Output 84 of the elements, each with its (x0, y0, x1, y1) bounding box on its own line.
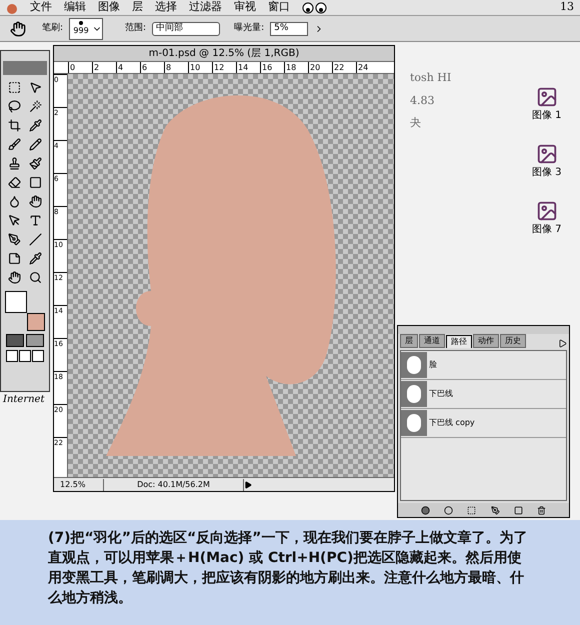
stamp-icon[interactable] (8, 156, 21, 170)
panel-tab[interactable]: 路径 (446, 335, 472, 348)
path-row[interactable]: 下巴线 (401, 380, 566, 409)
menu-item[interactable]: 图像 (98, 0, 120, 16)
screen-mode-button[interactable] (19, 350, 31, 362)
ruler-number: 6 (140, 62, 164, 73)
eyes-icon (302, 2, 328, 14)
screen-mode-button[interactable] (32, 350, 44, 362)
menu-item[interactable]: 窗口 (268, 0, 290, 16)
crop-icon[interactable] (8, 118, 21, 132)
path-thumbnail (401, 381, 427, 407)
image-file-icon[interactable] (536, 86, 558, 108)
path-row[interactable]: 下巴线 copy (401, 409, 566, 438)
pipette-icon[interactable] (29, 118, 42, 132)
toolbox-header (3, 61, 47, 75)
path-thumbnail (401, 410, 427, 436)
ruler-number: 18 (284, 62, 308, 73)
image-file-icon[interactable] (536, 200, 558, 222)
panel-tab[interactable]: 动作 (473, 334, 499, 348)
background-color[interactable] (27, 313, 45, 331)
zoom-level[interactable]: 12.5% (54, 478, 104, 490)
range-select[interactable]: 中间部 (152, 22, 220, 36)
window-title: m-01.psd @ 12.5% (层 1,RGB) (54, 46, 394, 62)
menu-item[interactable]: 过滤器 (189, 0, 222, 16)
ruler-number: 22 (332, 62, 356, 73)
menu-item[interactable]: 选择 (155, 0, 177, 16)
screen-mode-button[interactable] (6, 350, 18, 362)
brush-size: 999 (73, 24, 89, 36)
ruler-number: 4 (116, 62, 140, 73)
image-file-icon[interactable] (536, 143, 558, 165)
exposure-field[interactable]: 5% (270, 22, 308, 36)
menu-item[interactable]: 层 (132, 0, 143, 16)
ruler-number: 16 (260, 62, 284, 73)
icon-label[interactable]: 图像 3 (532, 165, 562, 180)
panel-tab[interactable]: 通道 (419, 334, 445, 348)
menu-item[interactable]: 编辑 (64, 0, 86, 16)
menu-item[interactable]: 审视 (234, 0, 256, 16)
panel-tab[interactable]: 历史 (500, 334, 526, 348)
brush-picker[interactable]: 999 (69, 18, 104, 40)
droplet-icon[interactable] (8, 194, 21, 208)
zoom-icon[interactable] (29, 270, 42, 284)
icon-label[interactable]: 图像 1 (532, 108, 562, 123)
background-text: 夬 (410, 115, 422, 131)
paintbrush-icon[interactable] (29, 156, 42, 170)
exposure-label: 曝光量: (234, 22, 264, 35)
path-thumbnail (401, 352, 427, 378)
type-icon[interactable] (29, 214, 42, 226)
ruler-number: 20 (308, 62, 332, 73)
icon-label[interactable]: 图像 7 (532, 222, 562, 237)
magic-wand-icon[interactable] (29, 100, 42, 112)
ruler-number: 0 (68, 62, 92, 73)
eraser-icon[interactable] (8, 176, 21, 188)
ruler-number: 2 (92, 62, 116, 73)
panel-menu-icon[interactable] (558, 339, 567, 348)
quick-mask-button[interactable] (26, 334, 44, 347)
hand-icon[interactable] (8, 270, 21, 284)
ruler-number: 12 (212, 62, 236, 73)
caption-paragraph: (7)把“羽化”后的选区“反向选择”一下，现在我们要在脖子上做文章了。为了直观点，可以用苹果＋H(Mac) 或 Ctrl+H(PC)把选区隐藏起来。然后用使用变黑工具，笔刷调大，把应该有阴影的地方刷出来。注意什么地方最暗、什么地方稍浅。 (48, 528, 528, 608)
ruler-number: 24 (356, 62, 380, 73)
clock-text: 13 (560, 0, 574, 16)
foreground-color[interactable] (5, 291, 27, 313)
line-icon[interactable] (29, 232, 42, 246)
marquee-icon[interactable] (8, 80, 21, 94)
ruler-number: 8 (164, 62, 188, 73)
background-text: tosh HI (410, 70, 452, 86)
brush-icon[interactable] (8, 138, 21, 150)
background-text: 4.83 (410, 92, 436, 108)
internet-label: Internet (3, 393, 44, 407)
path-row[interactable]: 脸 (401, 351, 566, 380)
document-size: Doc: 40.1M/56.2M (104, 478, 244, 490)
lasso-icon[interactable] (8, 100, 21, 112)
range-label: 范围: (125, 22, 146, 35)
ruler-number: 14 (236, 62, 260, 73)
trash-icon[interactable] (536, 506, 546, 514)
pencil-icon[interactable] (29, 138, 42, 150)
pen-icon[interactable] (8, 232, 21, 246)
panel-tab[interactable]: 层 (400, 334, 418, 348)
eyedropper-icon[interactable] (29, 252, 42, 264)
menu-item[interactable]: 文件 (30, 0, 52, 16)
pointer-icon[interactable] (8, 214, 21, 226)
status-menu-icon[interactable] (244, 480, 252, 488)
brush-label: 笔刷: (42, 22, 64, 35)
note-icon[interactable] (8, 252, 21, 264)
ruler-number: 10 (188, 62, 212, 73)
